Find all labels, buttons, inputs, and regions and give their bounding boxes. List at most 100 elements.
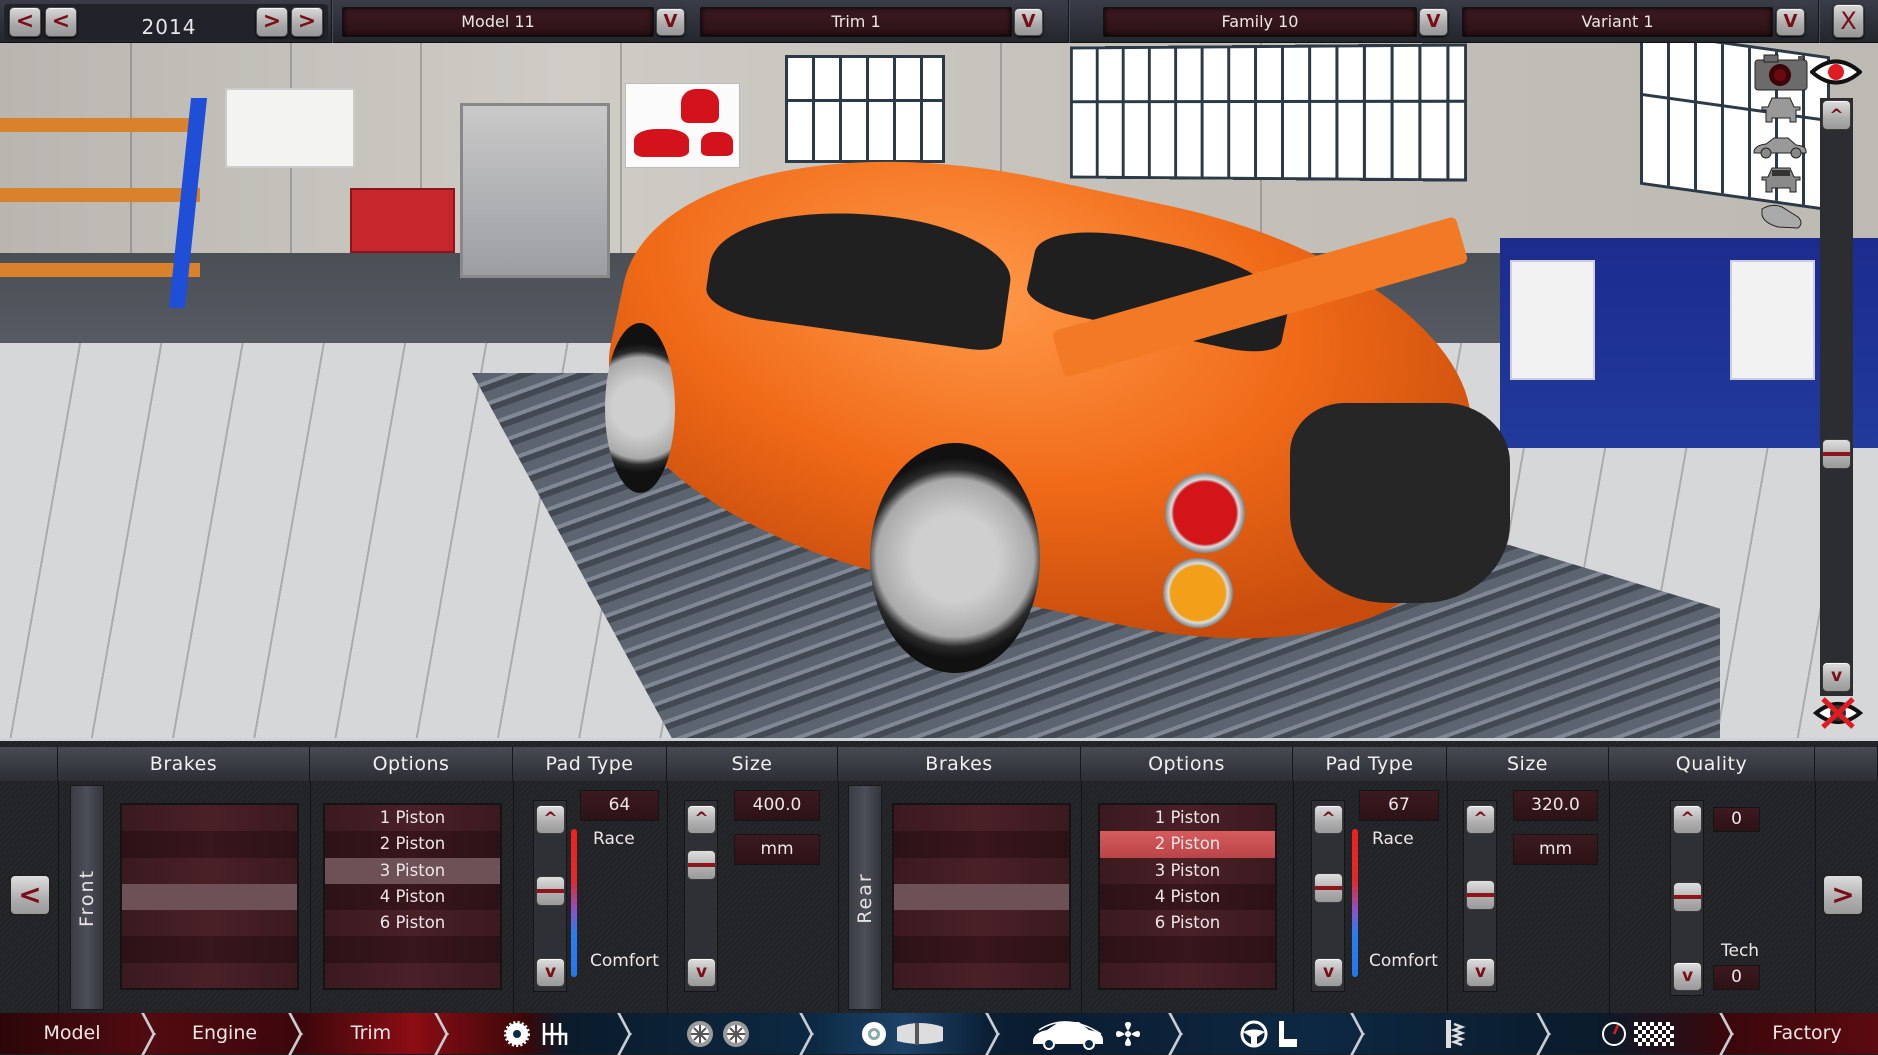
quality-up-button[interactable]: ^: [1673, 805, 1702, 834]
front-piston-options-list[interactable]: 1 Piston 2 Piston 3 Piston 4 Piston 6 Piston: [323, 803, 502, 990]
year-next-button[interactable]: >: [256, 7, 288, 37]
divider: [1818, 0, 1820, 43]
list-item[interactable]: 1 Piston: [325, 805, 500, 832]
year-prev-fast-button[interactable]: <: [9, 7, 41, 37]
nav-factory[interactable]: Factory: [1736, 1013, 1878, 1054]
list-item-empty: [894, 962, 1069, 988]
close-button[interactable]: X: [1833, 4, 1864, 38]
rear-pad-type-up-button[interactable]: ^: [1314, 805, 1343, 834]
rear-size-unit: mm: [1513, 834, 1598, 865]
trim-dropdown-button[interactable]: V: [1014, 8, 1043, 36]
nav-trim[interactable]: Trim: [305, 1013, 437, 1054]
list-item[interactable]: 4 Piston: [1100, 883, 1275, 911]
suspension-icon: [1446, 1019, 1466, 1048]
list-item-selected[interactable]: 3 Piston: [325, 857, 500, 884]
list-item[interactable]: 1 Piston: [1100, 805, 1275, 832]
year-next-fast-button[interactable]: >: [291, 7, 323, 37]
variant-dropdown-button[interactable]: V: [1776, 8, 1805, 36]
list-item[interactable]: 4 Piston: [325, 883, 500, 911]
list-item[interactable]: [894, 831, 1069, 858]
quality-slider-thumb[interactable]: [1673, 882, 1702, 912]
zoom-up-button[interactable]: ^: [1822, 100, 1851, 130]
prev-page-button[interactable]: <: [9, 874, 51, 916]
front-race-label: Race: [593, 829, 635, 849]
header-front-options: Options: [310, 747, 513, 781]
front-size-down-button[interactable]: v: [687, 958, 716, 987]
list-item[interactable]: [122, 805, 297, 832]
family-dropdown-button[interactable]: V: [1419, 8, 1448, 36]
side-view-icon[interactable]: [1752, 135, 1808, 159]
nav-model[interactable]: Model: [0, 1013, 144, 1054]
zoom-down-button[interactable]: v: [1822, 662, 1851, 692]
list-item[interactable]: 6 Piston: [325, 910, 500, 937]
variant-dropdown[interactable]: Variant 1: [1462, 7, 1773, 37]
rear-size-slider-thumb[interactable]: [1466, 880, 1495, 910]
front-pad-type-slider-thumb[interactable]: [536, 875, 565, 906]
nav-wheels[interactable]: [634, 1013, 802, 1054]
nav-drivetrain[interactable]: [451, 1013, 620, 1054]
front-size-up-button[interactable]: ^: [687, 805, 716, 834]
rear-size-down-button[interactable]: v: [1466, 958, 1495, 987]
list-item-empty: [1100, 962, 1275, 988]
nav-testing[interactable]: [1553, 1013, 1722, 1054]
quality-slider[interactable]: ^ v: [1670, 800, 1704, 996]
race-comfort-gradient: [1352, 829, 1358, 977]
trim-dropdown[interactable]: Trim 1: [700, 7, 1012, 37]
rear-pad-type-down-button[interactable]: v: [1314, 958, 1343, 987]
perspective-view-icon[interactable]: [1758, 201, 1806, 231]
rear-view-icon[interactable]: [1760, 165, 1802, 195]
chevron-separator: [620, 1013, 634, 1054]
rear-pad-type-slider[interactable]: ^ v: [1311, 800, 1345, 992]
nav-interior[interactable]: [1185, 1013, 1353, 1054]
garage-door: [460, 103, 610, 278]
front-size-unit: mm: [734, 834, 820, 865]
list-item[interactable]: 2 Piston: [325, 831, 500, 858]
front-pad-type-slider[interactable]: ^ v: [533, 800, 567, 992]
nav-suspension[interactable]: [1367, 1013, 1539, 1054]
nav-engine[interactable]: Engine: [158, 1013, 291, 1054]
year-prev-button[interactable]: <: [45, 7, 77, 37]
chevron-separator: [291, 1013, 305, 1054]
wheel-icon: [686, 1020, 713, 1047]
front-view-icon[interactable]: [1760, 95, 1802, 125]
rear-size-slider[interactable]: ^ v: [1463, 800, 1497, 992]
list-item[interactable]: [122, 831, 297, 858]
quality-down-button[interactable]: v: [1673, 962, 1702, 991]
car-3d-viewport[interactable]: ^ v: [0, 43, 1878, 738]
nav-brakes[interactable]: [816, 1013, 988, 1054]
list-item-selected[interactable]: [122, 883, 297, 911]
rear-size-value: 320.0: [1513, 790, 1598, 821]
front-size-value: 400.0: [734, 790, 820, 821]
list-item[interactable]: 3 Piston: [1100, 857, 1275, 884]
family-dropdown[interactable]: Family 10: [1103, 7, 1417, 37]
next-page-button[interactable]: >: [1822, 874, 1864, 916]
rear-pad-type-slider-thumb[interactable]: [1314, 873, 1343, 904]
list-item-selected[interactable]: 2 Piston: [1100, 831, 1275, 858]
zoom-slider-thumb[interactable]: [1822, 439, 1851, 470]
top-bar: < < 2014 > > Model 11 V Trim 1 V Family …: [0, 0, 1878, 43]
rear-brake-type-list[interactable]: [892, 803, 1071, 990]
fan-icon: [1115, 1021, 1140, 1046]
front-size-slider-thumb[interactable]: [687, 849, 716, 880]
list-item[interactable]: 6 Piston: [1100, 910, 1275, 937]
divider: [1068, 0, 1070, 43]
list-item-selected[interactable]: [894, 883, 1069, 911]
model-dropdown[interactable]: Model 11: [342, 7, 654, 37]
front-brake-type-list[interactable]: [120, 803, 299, 990]
front-size-slider[interactable]: ^ v: [684, 800, 718, 992]
eye-crossed-icon[interactable]: [1812, 695, 1864, 731]
front-pad-type-up-button[interactable]: ^: [536, 805, 565, 834]
nav-body-aero[interactable]: [1002, 1013, 1171, 1054]
quality-value: 0: [1713, 807, 1760, 832]
list-item[interactable]: [894, 805, 1069, 832]
camera-icon[interactable]: [1754, 53, 1808, 91]
chevron-separator: [1539, 1013, 1553, 1054]
rear-piston-options-list[interactable]: 1 Piston 2 Piston 3 Piston 4 Piston 6 Piston: [1098, 803, 1277, 990]
eye-icon[interactable]: [1808, 57, 1864, 87]
rear-size-up-button[interactable]: ^: [1466, 805, 1495, 834]
model-dropdown-button[interactable]: V: [656, 8, 685, 36]
list-item[interactable]: [122, 857, 297, 884]
front-pad-type-down-button[interactable]: v: [536, 958, 565, 987]
zoom-slider[interactable]: ^ v: [1820, 98, 1853, 696]
list-item[interactable]: [894, 857, 1069, 884]
